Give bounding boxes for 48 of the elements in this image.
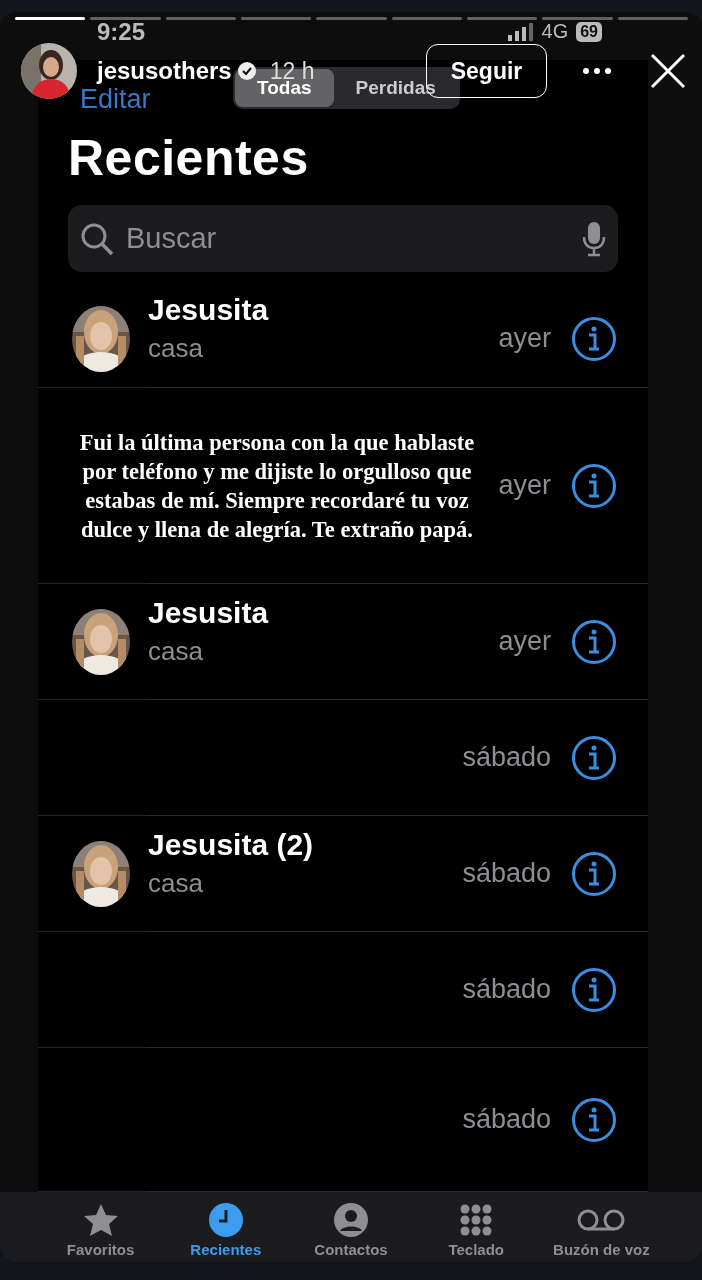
call-date: sábado bbox=[462, 974, 551, 1005]
network-label: 4G bbox=[541, 20, 569, 43]
search-icon bbox=[80, 221, 114, 256]
call-row[interactable]: sábado bbox=[38, 700, 648, 816]
search-input[interactable]: Buscar bbox=[124, 221, 582, 256]
contact-name: Jesusita bbox=[148, 293, 269, 327]
more-icon[interactable] bbox=[582, 67, 612, 75]
microphone-icon[interactable] bbox=[582, 220, 606, 257]
battery-level: 69 bbox=[576, 21, 602, 42]
person-icon bbox=[332, 1202, 370, 1238]
contact-label: casa bbox=[148, 333, 204, 364]
tab-bar-item[interactable]: Teclado bbox=[413, 1192, 539, 1262]
clock-icon bbox=[206, 1202, 245, 1238]
info-icon[interactable] bbox=[571, 966, 617, 1013]
story-progress-bar bbox=[15, 17, 86, 20]
info-icon[interactable] bbox=[571, 618, 617, 665]
search-field[interactable]: Buscar bbox=[68, 205, 618, 272]
signal-icon bbox=[507, 22, 534, 41]
edit-link[interactable]: Editar bbox=[80, 86, 151, 113]
tab-bar-item[interactable]: Recientes bbox=[163, 1192, 289, 1262]
tab-bar-item[interactable]: Favoritos bbox=[38, 1192, 164, 1262]
info-icon[interactable] bbox=[571, 734, 617, 781]
call-row[interactable]: sábado bbox=[38, 932, 648, 1048]
call-date: ayer bbox=[498, 626, 551, 657]
contact-label: casa bbox=[148, 868, 204, 899]
call-row[interactable]: Fui la última persona con la que hablaste por teléfono y me dijiste lo orgulloso que estabas de mí. Siempre recordaré tu voz dulce y llena de alegría. Te extraño papá. ayer bbox=[38, 388, 648, 584]
info-icon[interactable] bbox=[571, 850, 617, 897]
page-title: Recientes bbox=[67, 129, 310, 188]
contact-name: Jesusita bbox=[148, 596, 269, 630]
contact-name: Jesusita (2) bbox=[148, 828, 314, 862]
call-date: sábado bbox=[462, 742, 551, 773]
call-row[interactable]: Jesusita casa ayer bbox=[38, 290, 648, 388]
call-row[interactable]: Jesusita (2) casa sábado bbox=[38, 816, 648, 932]
info-icon[interactable] bbox=[571, 315, 617, 362]
close-icon[interactable] bbox=[650, 53, 686, 89]
call-date: ayer bbox=[498, 323, 551, 354]
call-date: sábado bbox=[462, 1104, 551, 1135]
username[interactable]: jesusothers bbox=[97, 59, 232, 83]
info-icon[interactable] bbox=[571, 1096, 617, 1143]
contact-label: casa bbox=[148, 636, 204, 667]
call-date: sábado bbox=[462, 858, 551, 889]
story-caption: Fui la última persona con la que hablaste por teléfono y me dijiste lo orgulloso que estabas de mí. Siempre recordaré tu voz dulce y llena de alegría. Te extraño papá. bbox=[78, 428, 476, 544]
tab-bar-item[interactable]: Contactos bbox=[288, 1192, 414, 1262]
info-icon[interactable] bbox=[571, 462, 617, 509]
tab-bar-item[interactable]: Buzón de voz bbox=[538, 1192, 664, 1262]
status-time: 9:25 bbox=[97, 20, 146, 44]
call-date: ayer bbox=[498, 470, 551, 501]
call-row[interactable]: Jesusita casa ayer bbox=[38, 584, 648, 700]
